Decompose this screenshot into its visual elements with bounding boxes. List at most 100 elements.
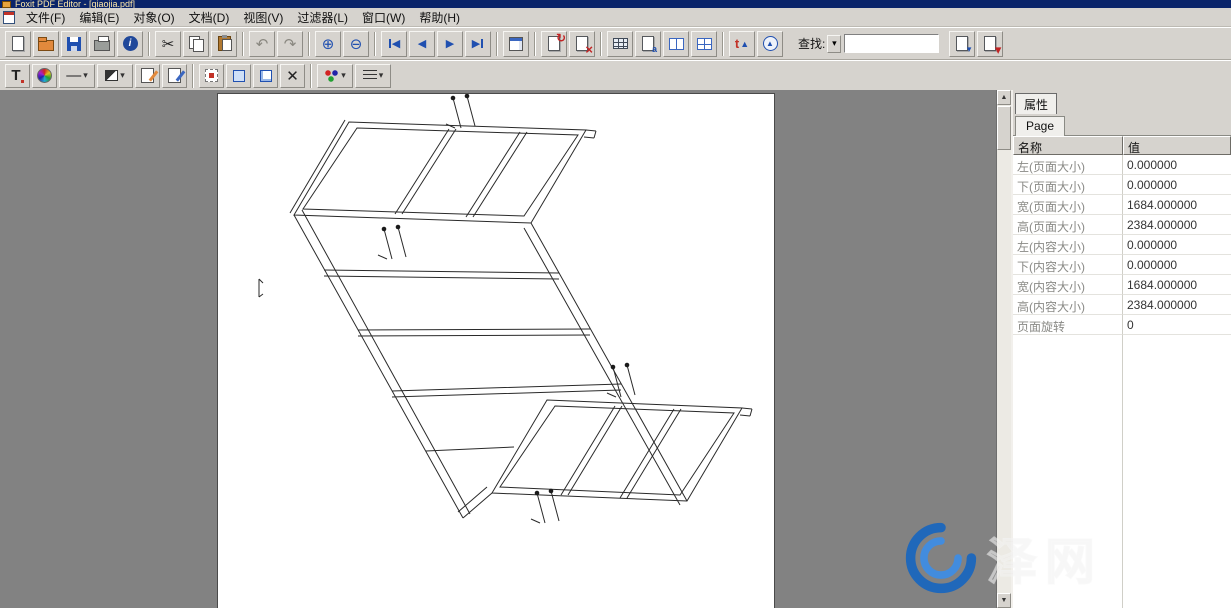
menu-view[interactable]: 视图(V) — [236, 7, 290, 28]
property-value[interactable]: 2384.000000 — [1123, 295, 1231, 315]
scroll-track[interactable] — [997, 151, 1011, 593]
search-mark-icon: ▾ — [967, 45, 972, 54]
property-row[interactable]: 下(内容大小) 0.000000 — [1013, 255, 1231, 275]
color-wheel-button[interactable] — [32, 64, 57, 88]
palette-icon — [324, 70, 339, 82]
properties-filler — [1013, 335, 1231, 608]
menu-document[interactable]: 文档(D) — [182, 7, 237, 28]
open-button[interactable] — [33, 31, 59, 57]
scroll-down-button[interactable]: ▼ — [997, 593, 1011, 608]
menu-filter[interactable]: 过滤器(L) — [290, 7, 355, 28]
property-value[interactable]: 1684.000000 — [1123, 195, 1231, 215]
fill-tool-icon — [105, 70, 118, 81]
column-header-name[interactable]: 名称 — [1013, 136, 1123, 155]
property-value[interactable]: 0.000000 — [1123, 155, 1231, 175]
document-icon[interactable] — [3, 11, 15, 24]
rotate-pages-button[interactable]: ↻ — [541, 31, 567, 57]
properties-panel-tab[interactable]: 属性 — [1015, 93, 1057, 116]
copy-button[interactable] — [183, 31, 209, 57]
property-row[interactable]: 宽(页面大小) 1684.000000 — [1013, 195, 1231, 215]
page-drawing — [218, 94, 774, 607]
paste-button[interactable] — [211, 31, 237, 57]
scale-object-button[interactable] — [253, 64, 278, 88]
info-icon: i — [123, 36, 138, 51]
property-value[interactable]: 0 — [1123, 315, 1231, 335]
edit-page-button[interactable] — [162, 64, 187, 88]
delete-pages-button[interactable]: × — [569, 31, 595, 57]
page-thumbnails-button[interactable] — [503, 31, 529, 57]
property-value[interactable]: 0.000000 — [1123, 175, 1231, 195]
property-row[interactable]: 左(内容大小) 0.000000 — [1013, 235, 1231, 255]
prev-page-button[interactable]: ◀ — [409, 31, 435, 57]
property-row[interactable]: 下(页面大小) 0.000000 — [1013, 175, 1231, 195]
app-icon — [2, 1, 11, 8]
property-row[interactable]: 高(内容大小) 2384.000000 — [1013, 295, 1231, 315]
first-page-bar-icon — [389, 39, 391, 48]
new-button[interactable] — [5, 31, 31, 57]
goto-icon: ▲ — [763, 36, 778, 51]
print-button[interactable] — [89, 31, 115, 57]
goto-button[interactable]: ▲ — [757, 31, 783, 57]
text-view-button[interactable]: a — [635, 31, 661, 57]
menu-window[interactable]: 窗口(W) — [355, 7, 412, 28]
search-document-button[interactable]: ▾ — [949, 31, 975, 57]
last-page-button[interactable]: ▶ — [465, 31, 491, 57]
redo-button[interactable]: ↷ — [277, 31, 303, 57]
first-page-button[interactable]: ◀ — [381, 31, 407, 57]
menu-edit[interactable]: 编辑(E) — [72, 7, 126, 28]
info-button[interactable]: i — [117, 31, 143, 57]
select-area-icon — [205, 69, 218, 82]
property-value[interactable]: 1684.000000 — [1123, 275, 1231, 295]
document-canvas[interactable] — [0, 90, 996, 608]
palette-button[interactable]: ▾ — [317, 64, 353, 88]
fill-tool-button[interactable]: ▾ — [97, 64, 133, 88]
last-page-bar-icon — [481, 39, 483, 48]
pattern-button[interactable]: ▾ — [355, 64, 391, 88]
next-page-button[interactable]: ▶ — [437, 31, 463, 57]
rotate-object-icon — [233, 70, 245, 82]
property-value[interactable]: 2384.000000 — [1123, 215, 1231, 235]
find-label: 查找: — [798, 35, 825, 52]
property-row[interactable]: 高(页面大小) 2384.000000 — [1013, 215, 1231, 235]
property-name: 宽(页面大小) — [1013, 195, 1123, 215]
find-input[interactable] — [844, 34, 939, 53]
undo-button[interactable]: ↶ — [249, 31, 275, 57]
property-row[interactable]: 宽(内容大小) 1684.000000 — [1013, 275, 1231, 295]
grid-view-button[interactable] — [607, 31, 633, 57]
fill-tool-caret-icon: ▾ — [120, 70, 125, 81]
line-tool-button[interactable]: —▾ — [59, 64, 95, 88]
scroll-up-button[interactable]: ▲ — [997, 90, 1011, 105]
main-area: 泽网 ▲ ▼ 属性 Page 名称 值 左(页面大小) 0.000000 下(页… — [0, 90, 1231, 608]
menu-object[interactable]: 对象(O) — [126, 7, 181, 28]
insert-text-button[interactable]: t▲ — [729, 31, 755, 57]
split-view-button[interactable] — [663, 31, 689, 57]
tab-page[interactable]: Page — [1015, 116, 1065, 137]
pdf-page[interactable] — [217, 93, 775, 608]
tile-view-button[interactable] — [691, 31, 717, 57]
undo-icon: ↶ — [256, 35, 269, 53]
save-button[interactable] — [61, 31, 87, 57]
menu-file[interactable]: 文件(F) — [19, 7, 72, 28]
properties-panel: 属性 Page 名称 值 左(页面大小) 0.000000 下(页面大小) 0.… — [1011, 90, 1231, 608]
edit-content-button[interactable] — [135, 64, 160, 88]
property-row[interactable]: 左(页面大小) 0.000000 — [1013, 155, 1231, 175]
select-area-button[interactable] — [199, 64, 224, 88]
separator — [310, 64, 312, 88]
property-row[interactable]: 页面旋转 0 — [1013, 315, 1231, 335]
search-next-button[interactable]: ▾ — [977, 31, 1003, 57]
tools-button[interactable]: ✕ — [280, 64, 305, 88]
cut-button[interactable]: ✂ — [155, 31, 181, 57]
text-tool-button[interactable]: T — [5, 64, 30, 88]
menu-help[interactable]: 帮助(H) — [412, 7, 467, 28]
property-value[interactable]: 0.000000 — [1123, 235, 1231, 255]
scroll-thumb[interactable] — [997, 106, 1011, 150]
column-header-value[interactable]: 值 — [1123, 136, 1231, 155]
vertical-scrollbar[interactable]: ▲ ▼ — [996, 90, 1011, 608]
zoom-in-button[interactable]: ⊕ — [315, 31, 341, 57]
find-dropdown-button[interactable]: ▾ — [827, 35, 841, 53]
rotate-object-button[interactable] — [226, 64, 251, 88]
toolbar-main: i ✂ ↶ ↷ ⊕ ⊖ ◀ ◀ ▶ ▶ ↻ × a t▲ ▲ 查找: ▾ ▾ ▾ — [0, 27, 1231, 60]
zoom-out-button[interactable]: ⊖ — [343, 31, 369, 57]
property-value[interactable]: 0.000000 — [1123, 255, 1231, 275]
split-view-icon — [669, 38, 684, 50]
